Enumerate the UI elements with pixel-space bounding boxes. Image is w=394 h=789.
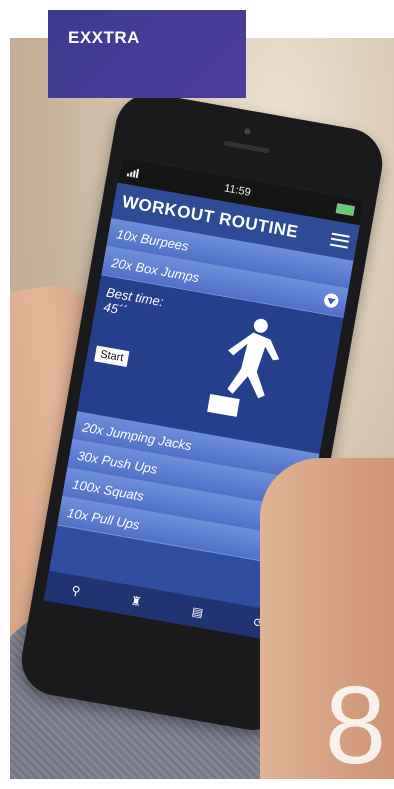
bottom-nav: ⚲ ♜ ▤ ⟳	[43, 570, 292, 643]
front-camera	[243, 127, 251, 135]
box-jump-figure-icon	[207, 318, 280, 417]
page-number: 8	[324, 664, 386, 787]
battery-icon	[335, 203, 356, 217]
book-icon[interactable]: ▤	[191, 604, 205, 620]
figure-icon[interactable]: ⚲	[70, 583, 81, 598]
runner-icon[interactable]: ♜	[130, 593, 143, 609]
exxtra-badge: EXXTRA	[48, 10, 246, 98]
badge-label: EXXTRA	[68, 28, 140, 47]
start-button[interactable]: Start	[94, 345, 130, 368]
best-time: Best time: 45´´	[102, 284, 164, 324]
exercise-label: 100x Squats	[71, 476, 146, 504]
earpiece	[223, 140, 270, 154]
hamburger-menu-icon[interactable]	[329, 232, 350, 249]
signal-icon	[126, 167, 140, 178]
status-time: 11:59	[223, 182, 252, 199]
exercise-label: 10x Pull Ups	[66, 504, 141, 533]
exercise-label: 10x Burpees	[115, 225, 190, 254]
